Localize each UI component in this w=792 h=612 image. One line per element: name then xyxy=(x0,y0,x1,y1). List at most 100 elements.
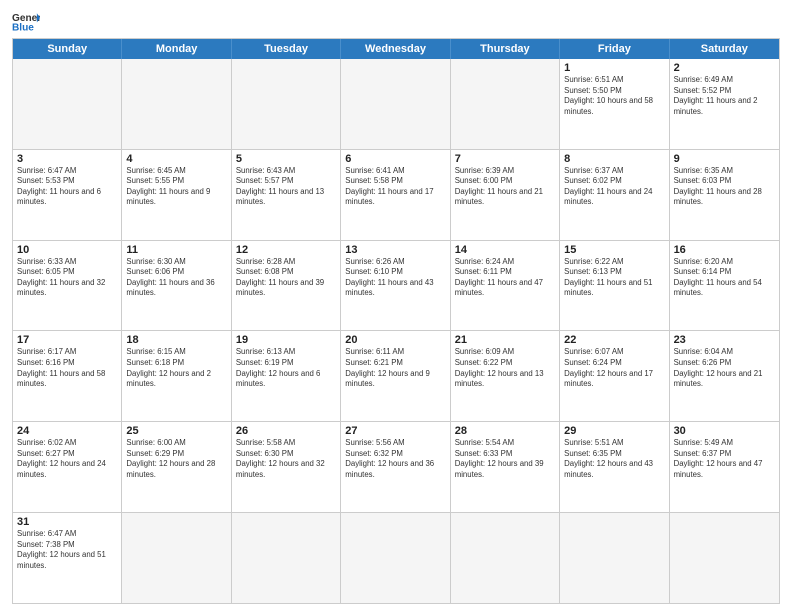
day-number: 20 xyxy=(345,334,445,346)
day-number: 5 xyxy=(236,153,336,165)
calendar-cell xyxy=(122,59,231,149)
calendar-cell: 11Sunrise: 6:30 AM Sunset: 6:06 PM Dayli… xyxy=(122,241,231,331)
day-info: Sunrise: 5:58 AM Sunset: 6:30 PM Dayligh… xyxy=(236,438,336,480)
calendar-week-6: 31Sunrise: 6:47 AM Sunset: 7:38 PM Dayli… xyxy=(13,512,779,603)
calendar-cell: 3Sunrise: 6:47 AM Sunset: 5:53 PM Daylig… xyxy=(13,150,122,240)
calendar-week-5: 24Sunrise: 6:02 AM Sunset: 6:27 PM Dayli… xyxy=(13,421,779,512)
calendar-cell: 30Sunrise: 5:49 AM Sunset: 6:37 PM Dayli… xyxy=(670,422,779,512)
day-number: 11 xyxy=(126,244,226,256)
day-number: 30 xyxy=(674,425,775,437)
day-info: Sunrise: 6:41 AM Sunset: 5:58 PM Dayligh… xyxy=(345,166,445,208)
day-number: 7 xyxy=(455,153,555,165)
day-info: Sunrise: 6:11 AM Sunset: 6:21 PM Dayligh… xyxy=(345,347,445,389)
day-info: Sunrise: 5:49 AM Sunset: 6:37 PM Dayligh… xyxy=(674,438,775,480)
day-info: Sunrise: 6:30 AM Sunset: 6:06 PM Dayligh… xyxy=(126,257,226,299)
calendar-cell: 7Sunrise: 6:39 AM Sunset: 6:00 PM Daylig… xyxy=(451,150,560,240)
day-info: Sunrise: 6:47 AM Sunset: 7:38 PM Dayligh… xyxy=(17,529,117,571)
weekday-header-wednesday: Wednesday xyxy=(341,39,450,59)
day-number: 1 xyxy=(564,62,664,74)
day-number: 19 xyxy=(236,334,336,346)
day-info: Sunrise: 6:51 AM Sunset: 5:50 PM Dayligh… xyxy=(564,75,664,117)
calendar-header: SundayMondayTuesdayWednesdayThursdayFrid… xyxy=(13,39,779,59)
day-number: 8 xyxy=(564,153,664,165)
calendar-cell: 12Sunrise: 6:28 AM Sunset: 6:08 PM Dayli… xyxy=(232,241,341,331)
day-info: Sunrise: 6:15 AM Sunset: 6:18 PM Dayligh… xyxy=(126,347,226,389)
day-info: Sunrise: 6:49 AM Sunset: 5:52 PM Dayligh… xyxy=(674,75,775,117)
weekday-header-tuesday: Tuesday xyxy=(232,39,341,59)
calendar-cell: 22Sunrise: 6:07 AM Sunset: 6:24 PM Dayli… xyxy=(560,331,669,421)
day-info: Sunrise: 6:22 AM Sunset: 6:13 PM Dayligh… xyxy=(564,257,664,299)
calendar-cell: 10Sunrise: 6:33 AM Sunset: 6:05 PM Dayli… xyxy=(13,241,122,331)
day-info: Sunrise: 6:24 AM Sunset: 6:11 PM Dayligh… xyxy=(455,257,555,299)
day-number: 13 xyxy=(345,244,445,256)
day-info: Sunrise: 6:13 AM Sunset: 6:19 PM Dayligh… xyxy=(236,347,336,389)
day-number: 17 xyxy=(17,334,117,346)
logo-icon: General Blue xyxy=(12,10,40,32)
day-info: Sunrise: 6:07 AM Sunset: 6:24 PM Dayligh… xyxy=(564,347,664,389)
day-number: 22 xyxy=(564,334,664,346)
day-info: Sunrise: 6:20 AM Sunset: 6:14 PM Dayligh… xyxy=(674,257,775,299)
calendar-cell: 6Sunrise: 6:41 AM Sunset: 5:58 PM Daylig… xyxy=(341,150,450,240)
day-number: 28 xyxy=(455,425,555,437)
day-info: Sunrise: 6:26 AM Sunset: 6:10 PM Dayligh… xyxy=(345,257,445,299)
calendar-cell xyxy=(122,513,231,603)
day-number: 21 xyxy=(455,334,555,346)
weekday-header-monday: Monday xyxy=(122,39,231,59)
calendar-cell: 26Sunrise: 5:58 AM Sunset: 6:30 PM Dayli… xyxy=(232,422,341,512)
day-number: 23 xyxy=(674,334,775,346)
day-info: Sunrise: 6:09 AM Sunset: 6:22 PM Dayligh… xyxy=(455,347,555,389)
calendar-cell: 13Sunrise: 6:26 AM Sunset: 6:10 PM Dayli… xyxy=(341,241,450,331)
calendar-cell: 8Sunrise: 6:37 AM Sunset: 6:02 PM Daylig… xyxy=(560,150,669,240)
day-info: Sunrise: 5:54 AM Sunset: 6:33 PM Dayligh… xyxy=(455,438,555,480)
calendar-cell: 19Sunrise: 6:13 AM Sunset: 6:19 PM Dayli… xyxy=(232,331,341,421)
day-number: 4 xyxy=(126,153,226,165)
day-number: 9 xyxy=(674,153,775,165)
calendar-cell: 27Sunrise: 5:56 AM Sunset: 6:32 PM Dayli… xyxy=(341,422,450,512)
calendar-cell xyxy=(341,513,450,603)
day-number: 2 xyxy=(674,62,775,74)
day-number: 24 xyxy=(17,425,117,437)
calendar-cell: 24Sunrise: 6:02 AM Sunset: 6:27 PM Dayli… xyxy=(13,422,122,512)
day-number: 25 xyxy=(126,425,226,437)
calendar-cell: 4Sunrise: 6:45 AM Sunset: 5:55 PM Daylig… xyxy=(122,150,231,240)
day-info: Sunrise: 6:35 AM Sunset: 6:03 PM Dayligh… xyxy=(674,166,775,208)
day-info: Sunrise: 6:28 AM Sunset: 6:08 PM Dayligh… xyxy=(236,257,336,299)
day-info: Sunrise: 5:56 AM Sunset: 6:32 PM Dayligh… xyxy=(345,438,445,480)
calendar-week-1: 1Sunrise: 6:51 AM Sunset: 5:50 PM Daylig… xyxy=(13,59,779,149)
day-info: Sunrise: 6:39 AM Sunset: 6:00 PM Dayligh… xyxy=(455,166,555,208)
day-info: Sunrise: 6:02 AM Sunset: 6:27 PM Dayligh… xyxy=(17,438,117,480)
calendar-week-3: 10Sunrise: 6:33 AM Sunset: 6:05 PM Dayli… xyxy=(13,240,779,331)
calendar-cell: 29Sunrise: 5:51 AM Sunset: 6:35 PM Dayli… xyxy=(560,422,669,512)
calendar-cell: 16Sunrise: 6:20 AM Sunset: 6:14 PM Dayli… xyxy=(670,241,779,331)
day-info: Sunrise: 5:51 AM Sunset: 6:35 PM Dayligh… xyxy=(564,438,664,480)
calendar-cell: 9Sunrise: 6:35 AM Sunset: 6:03 PM Daylig… xyxy=(670,150,779,240)
calendar-body: 1Sunrise: 6:51 AM Sunset: 5:50 PM Daylig… xyxy=(13,59,779,603)
calendar-cell: 5Sunrise: 6:43 AM Sunset: 5:57 PM Daylig… xyxy=(232,150,341,240)
calendar-cell: 14Sunrise: 6:24 AM Sunset: 6:11 PM Dayli… xyxy=(451,241,560,331)
calendar-cell xyxy=(232,513,341,603)
day-info: Sunrise: 6:17 AM Sunset: 6:16 PM Dayligh… xyxy=(17,347,117,389)
day-number: 18 xyxy=(126,334,226,346)
calendar-cell: 2Sunrise: 6:49 AM Sunset: 5:52 PM Daylig… xyxy=(670,59,779,149)
day-info: Sunrise: 6:47 AM Sunset: 5:53 PM Dayligh… xyxy=(17,166,117,208)
calendar-cell xyxy=(13,59,122,149)
calendar-cell xyxy=(232,59,341,149)
page-header: General Blue xyxy=(12,10,780,32)
day-number: 31 xyxy=(17,516,117,528)
day-number: 16 xyxy=(674,244,775,256)
day-number: 27 xyxy=(345,425,445,437)
calendar-cell: 28Sunrise: 5:54 AM Sunset: 6:33 PM Dayli… xyxy=(451,422,560,512)
day-info: Sunrise: 6:04 AM Sunset: 6:26 PM Dayligh… xyxy=(674,347,775,389)
day-number: 6 xyxy=(345,153,445,165)
weekday-header-sunday: Sunday xyxy=(13,39,122,59)
day-number: 15 xyxy=(564,244,664,256)
calendar: SundayMondayTuesdayWednesdayThursdayFrid… xyxy=(12,38,780,604)
calendar-cell xyxy=(451,59,560,149)
calendar-cell: 18Sunrise: 6:15 AM Sunset: 6:18 PM Dayli… xyxy=(122,331,231,421)
calendar-cell: 23Sunrise: 6:04 AM Sunset: 6:26 PM Dayli… xyxy=(670,331,779,421)
calendar-cell: 31Sunrise: 6:47 AM Sunset: 7:38 PM Dayli… xyxy=(13,513,122,603)
day-info: Sunrise: 6:43 AM Sunset: 5:57 PM Dayligh… xyxy=(236,166,336,208)
svg-text:Blue: Blue xyxy=(12,22,34,32)
calendar-cell xyxy=(560,513,669,603)
calendar-cell: 21Sunrise: 6:09 AM Sunset: 6:22 PM Dayli… xyxy=(451,331,560,421)
